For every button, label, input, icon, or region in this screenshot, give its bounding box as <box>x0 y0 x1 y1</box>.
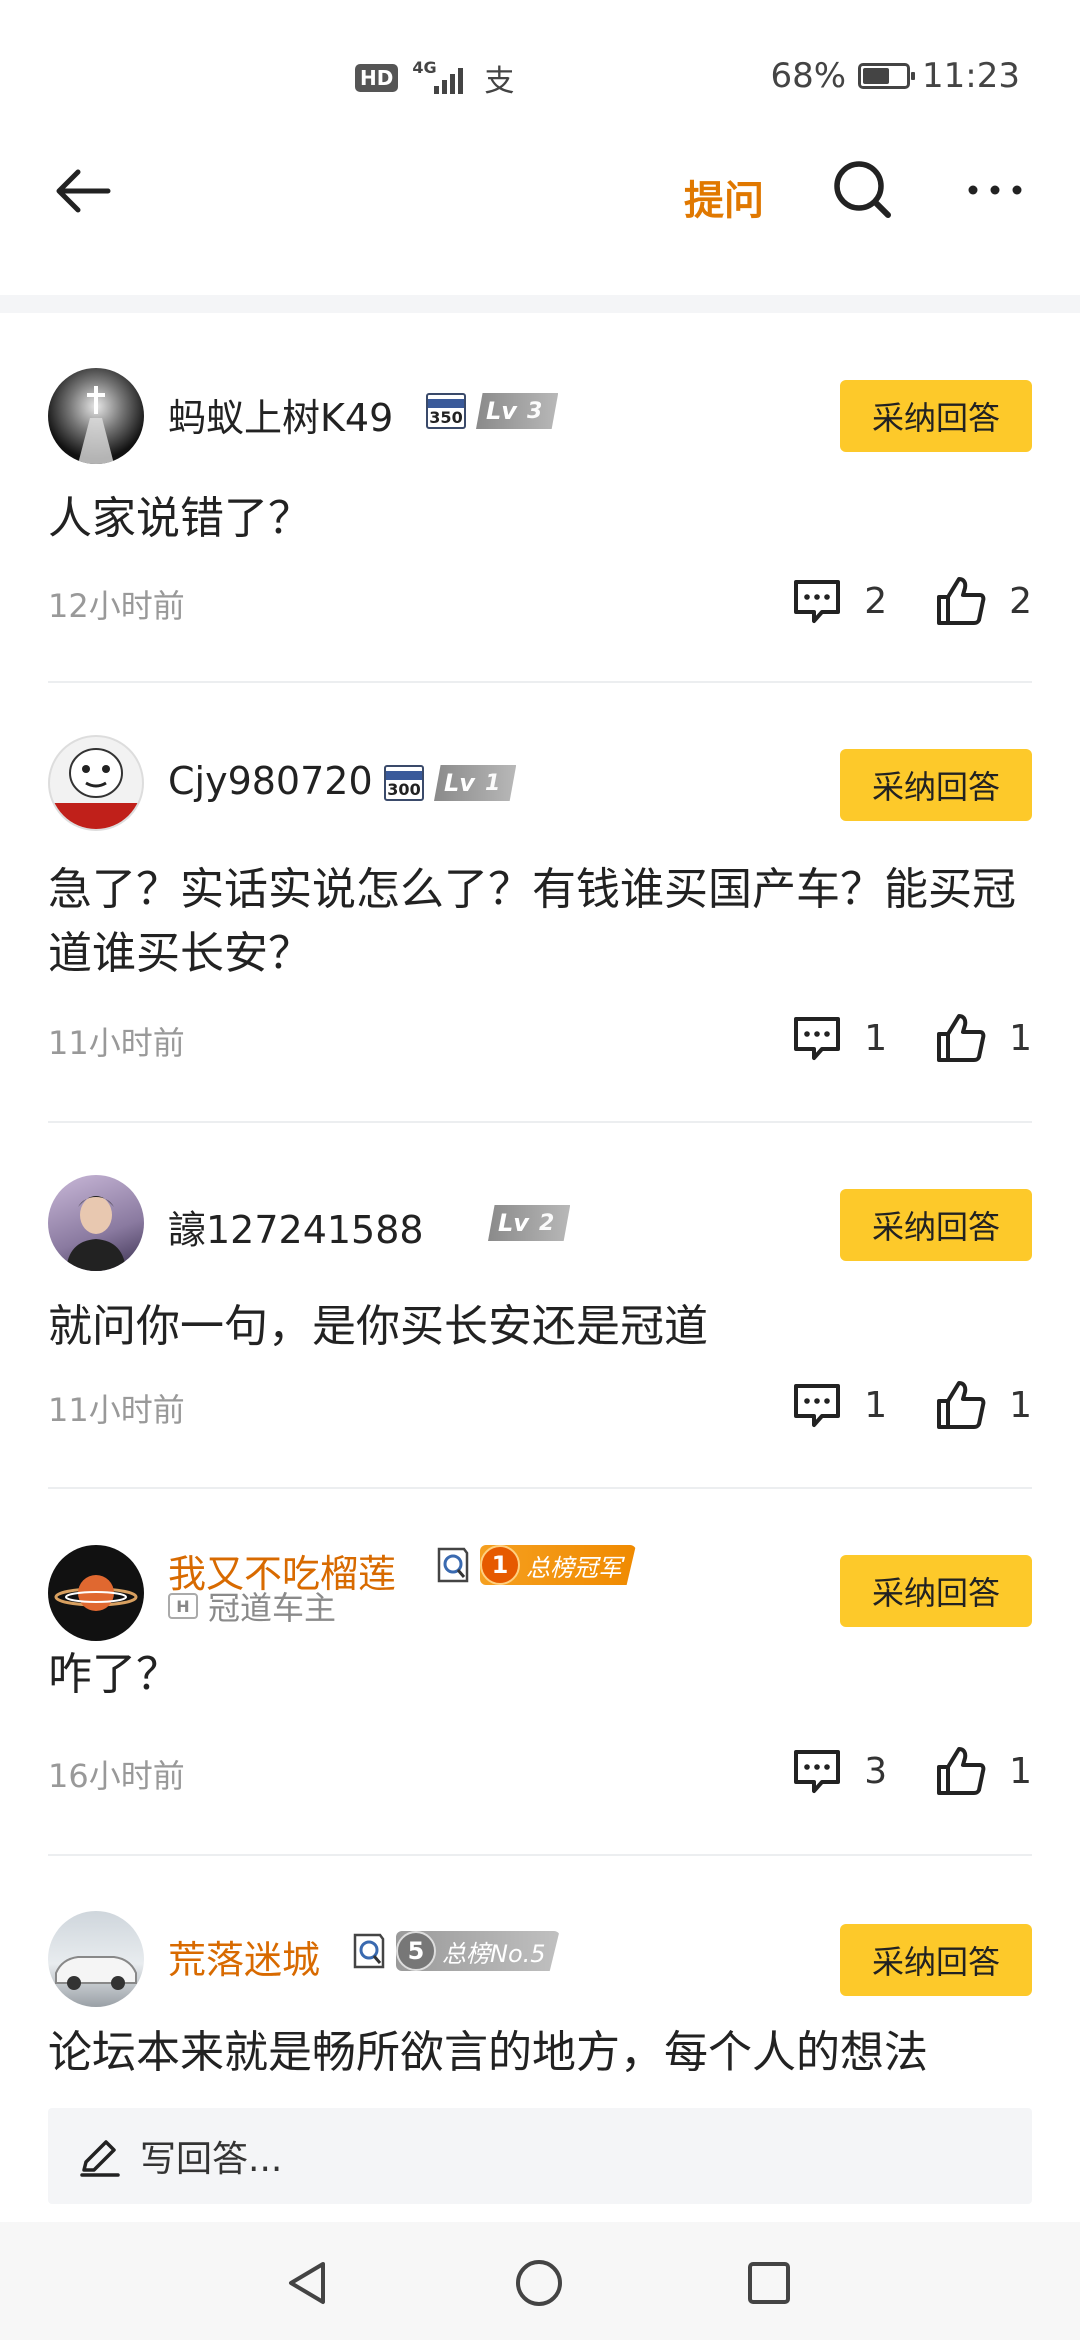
battery-percent: 68% <box>770 56 847 96</box>
header-divider <box>0 295 1080 313</box>
answer-item: 荒落迷城 5 总榜No.5 采纳回答 论坛本来就是畅所欲言的地方，每个人的想法 <box>48 1855 1032 2090</box>
like-count: 1 <box>1009 1750 1032 1792</box>
thumbs-up-icon <box>937 577 986 625</box>
thumbs-up-icon <box>937 1381 986 1429</box>
nav-home-icon[interactable] <box>513 2257 565 2309</box>
like-button[interactable]: 1 <box>935 1379 1032 1431</box>
comment-icon <box>794 1750 841 1793</box>
honda-logo-icon: H <box>168 1593 198 1619</box>
comment-icon <box>794 1017 841 1060</box>
more-options-icon[interactable] <box>965 160 1025 220</box>
adopt-answer-button[interactable]: 采纳回答 <box>840 1189 1032 1261</box>
answer-actions: 3 1 <box>792 1745 1032 1797</box>
like-button[interactable]: 1 <box>935 1012 1032 1064</box>
avatar[interactable] <box>48 1175 144 1271</box>
comment-count: 3 <box>864 1750 888 1792</box>
like-button[interactable]: 2 <box>935 575 1032 627</box>
answer-time: 11小时前 <box>48 1024 185 1062</box>
status-bar: HD 4G 支 68% 11:23 <box>0 0 1080 150</box>
answer-item: 蚂蚁上树K49 350 Lv 3 采纳回答 人家说错了？ 12小时前 2 2 <box>48 313 1032 683</box>
verified-owner-icon <box>437 1547 469 1583</box>
user-badges: Lv 2 <box>488 1205 571 1241</box>
like-count: 1 <box>1009 1384 1032 1426</box>
verified-owner-icon <box>353 1933 385 1969</box>
compose-placeholder: 写回答... <box>140 2139 283 2180</box>
like-count: 2 <box>1009 580 1032 622</box>
answer-time: 12小时前 <box>48 587 185 625</box>
comment-button[interactable]: 3 <box>792 1746 887 1796</box>
rank-badge: 1 总榜冠军 <box>480 1545 636 1585</box>
comment-icon <box>794 1384 841 1427</box>
comment-button[interactable]: 1 <box>792 1013 887 1063</box>
adopt-answer-button[interactable]: 采纳回答 <box>840 749 1032 821</box>
avatar[interactable] <box>48 735 144 831</box>
answer-content: 论坛本来就是畅所欲言的地方，每个人的想法 <box>48 2027 928 2078</box>
user-badges: 1 总榜冠军 <box>436 1545 636 1585</box>
alipay-icon: 支 <box>484 64 515 99</box>
car-owner-label: H 冠道车主 <box>168 1583 336 1629</box>
back-arrow-icon[interactable] <box>48 155 120 227</box>
like-button[interactable]: 1 <box>935 1745 1032 1797</box>
answer-item: 譹127241588 Lv 2 采纳回答 就问你一句，是你买长安还是冠道 11小时… <box>48 1123 1032 1493</box>
answer-content: 咋了？ <box>48 1649 180 1700</box>
level-badge: Lv 1 <box>434 765 517 801</box>
adopt-answer-button[interactable]: 采纳回答 <box>840 380 1032 452</box>
score-badge-icon: 350 <box>426 393 466 429</box>
adopt-answer-button[interactable]: 采纳回答 <box>840 1924 1032 1996</box>
level-badge: Lv 2 <box>488 1205 571 1241</box>
like-count: 1 <box>1009 1017 1032 1059</box>
write-answer-input[interactable]: 写回答... <box>48 2108 1032 2204</box>
user-badges: 350 Lv 3 <box>426 393 559 429</box>
avatar[interactable] <box>48 1545 144 1641</box>
network-type: 4G <box>412 58 437 77</box>
answer-item: 我又不吃榴莲 1 总榜冠军 H 冠道车主 采纳回答 咋了？ 16小时前 3 1 <box>48 1489 1032 1859</box>
nav-back-icon[interactable] <box>283 2258 333 2308</box>
comment-count: 2 <box>864 580 888 622</box>
comment-icon <box>794 580 841 623</box>
comment-button[interactable]: 1 <box>792 1380 887 1430</box>
avatar[interactable] <box>48 368 144 464</box>
car-owner-text: 冠道车主 <box>208 1589 337 1627</box>
score-badge-icon: 300 <box>384 765 424 801</box>
username[interactable]: Cjy980720 <box>168 759 373 803</box>
compose-bar: 写回答... <box>0 2090 1080 2222</box>
answer-content: 就问你一句，是你买长安还是冠道 <box>48 1301 708 1352</box>
thumbs-up-icon <box>937 1747 986 1795</box>
answer-time: 11小时前 <box>48 1391 185 1429</box>
username[interactable]: 譹127241588 <box>168 1199 424 1254</box>
answer-actions: 1 1 <box>792 1379 1032 1431</box>
answer-item: Cjy980720 300 Lv 1 采纳回答 急了？实话实说怎么了？有钱谁买国产… <box>48 683 1032 1123</box>
status-icons-center: HD 4G 支 <box>355 58 515 99</box>
search-icon[interactable] <box>828 155 898 225</box>
pencil-icon <box>80 2140 120 2177</box>
avatar[interactable] <box>48 1911 144 2007</box>
status-icons-right: 68% 11:23 <box>770 56 1020 96</box>
hd-badge: HD <box>355 64 399 92</box>
thumbs-up-icon <box>937 1014 986 1062</box>
username[interactable]: 荒落迷城 <box>168 1929 320 1984</box>
clock: 11:23 <box>922 56 1020 96</box>
answer-actions: 1 1 <box>792 1012 1032 1064</box>
answer-content: 急了？实话实说怎么了？有钱谁买国产车？能买冠道谁买长安？ <box>48 864 1016 979</box>
adopt-answer-button[interactable]: 采纳回答 <box>840 1555 1032 1627</box>
answer-content: 人家说错了？ <box>48 493 312 544</box>
answer-actions: 2 2 <box>792 575 1032 627</box>
comment-button[interactable]: 2 <box>792 576 887 626</box>
answer-time: 16小时前 <box>48 1757 185 1795</box>
ask-question-button[interactable]: 提问 <box>684 168 764 226</box>
username[interactable]: 蚂蚁上树K49 <box>168 387 393 442</box>
level-badge: Lv 3 <box>476 393 559 429</box>
user-badges: 5 总榜No.5 <box>352 1931 560 1971</box>
rank-badge: 5 总榜No.5 <box>396 1931 560 1971</box>
signal-icon: 4G <box>412 58 470 98</box>
nav-recent-apps-icon[interactable] <box>744 2258 794 2308</box>
user-badges: 300 Lv 1 <box>384 765 517 801</box>
battery-icon <box>858 63 916 89</box>
comment-count: 1 <box>864 1017 888 1059</box>
comment-count: 1 <box>864 1384 888 1426</box>
system-navigation-bar <box>0 2222 1080 2340</box>
